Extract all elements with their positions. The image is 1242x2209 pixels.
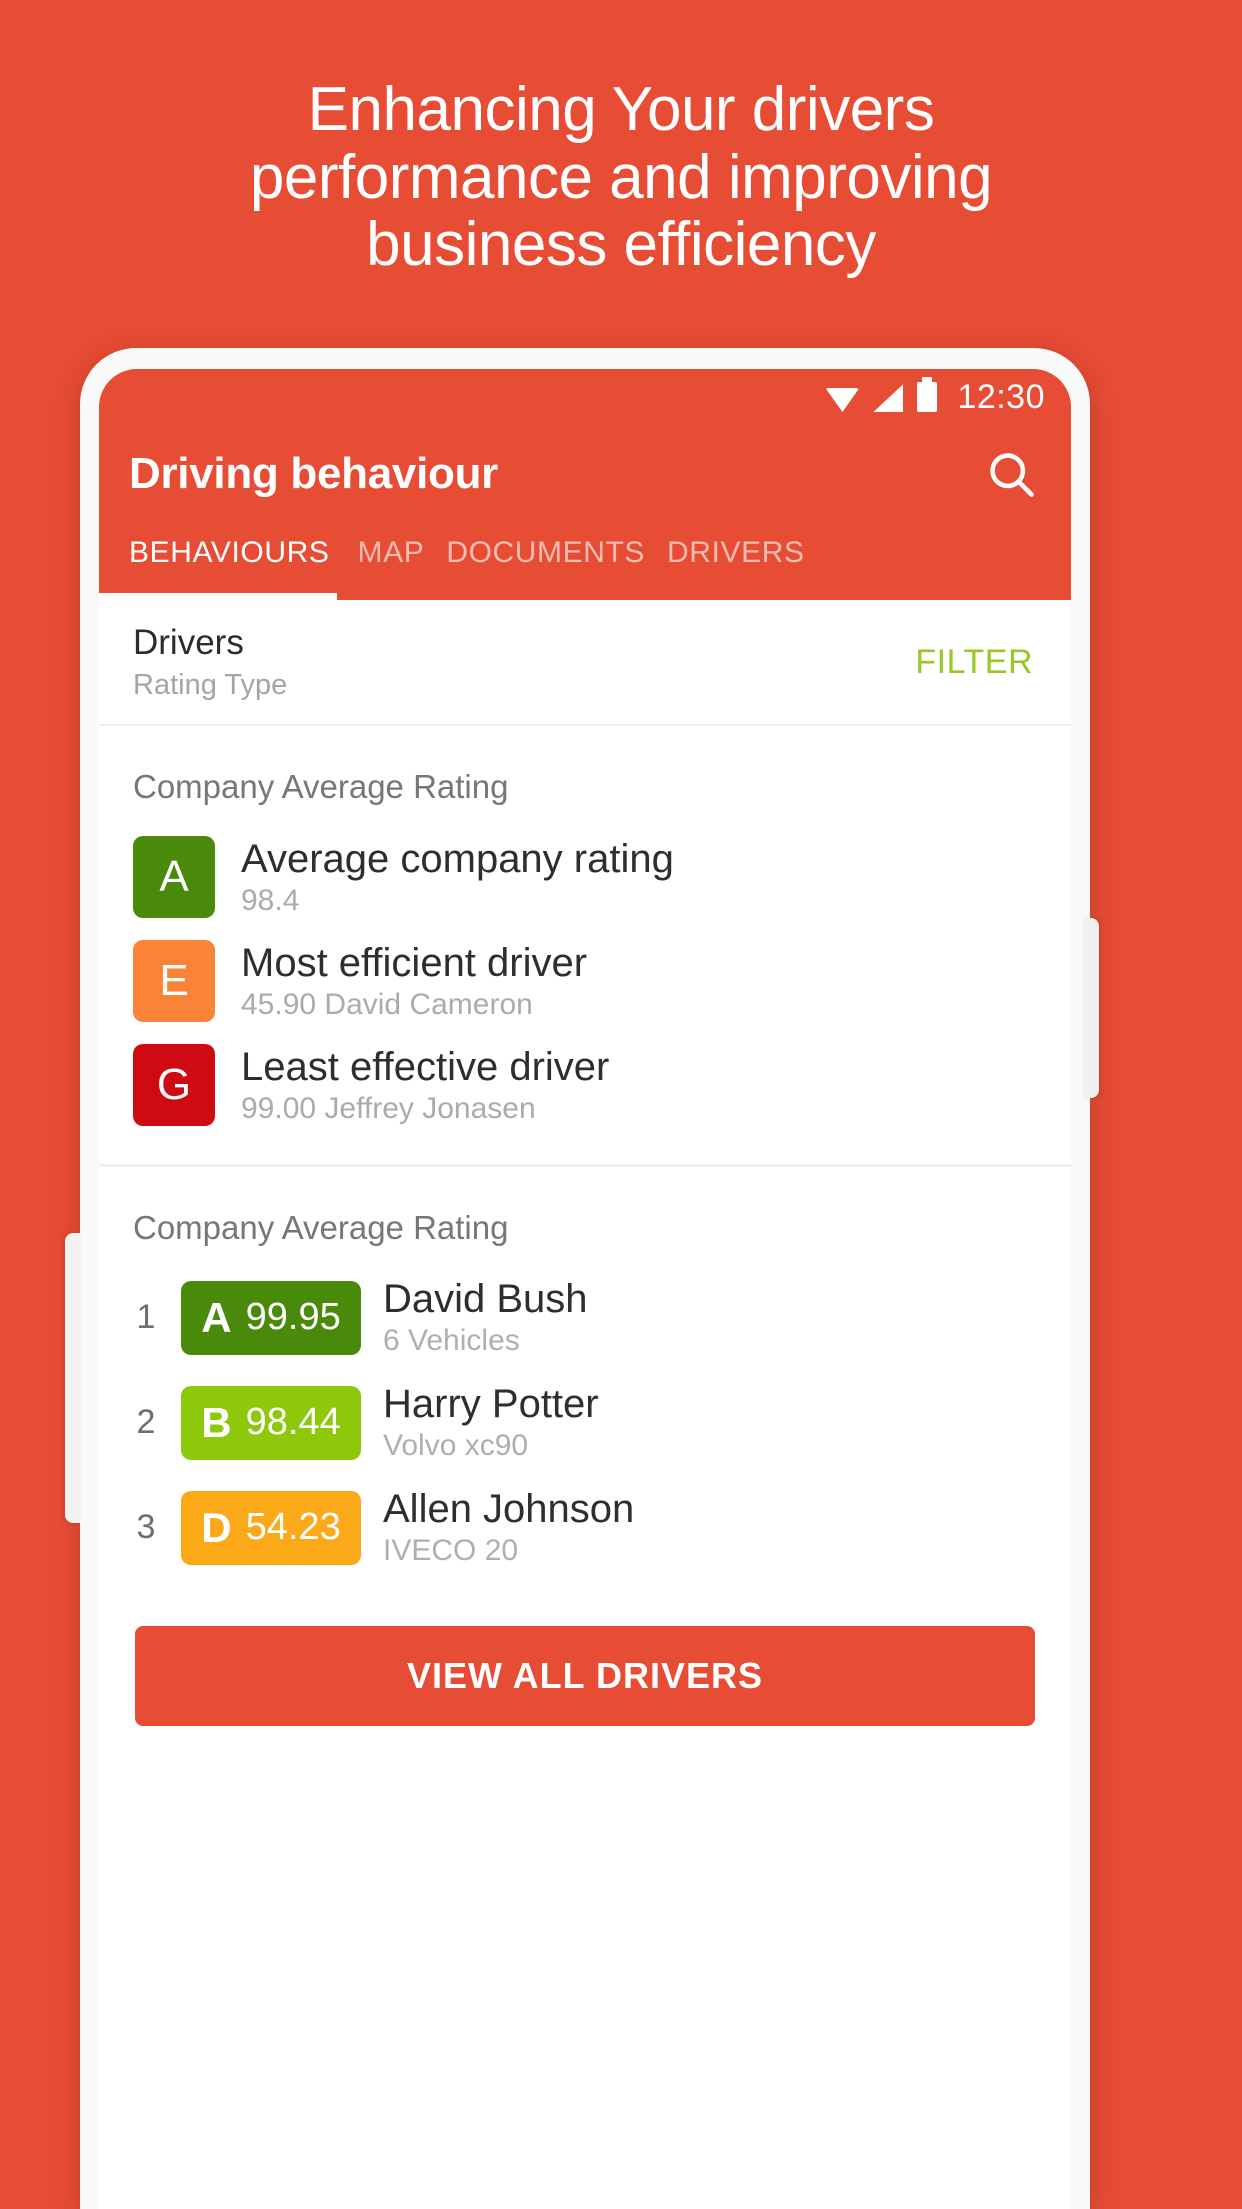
summary-row-subtitle: 45.90 David Cameron: [241, 987, 533, 1021]
rank-row-text: Allen Johnson IVECO 20: [383, 1487, 634, 1568]
driver-ranking-card: Company Average Rating 1 A 99.95 David B…: [99, 1164, 1071, 1764]
power-button[interactable]: [1083, 918, 1099, 1098]
headline-line-2: performance and improving: [249, 142, 993, 212]
driver-subtitle: 6 Vehicles: [383, 1324, 520, 1357]
summary-row[interactable]: G Least effective driver 99.00 Jeffrey J…: [99, 1044, 1071, 1126]
view-all-drivers-button[interactable]: VIEW ALL DRIVERS: [135, 1626, 1035, 1726]
summary-row-subtitle: 98.4: [241, 883, 300, 917]
filter-row[interactable]: Drivers Rating Type FILTER: [99, 600, 1071, 726]
summary-row-subtitle: 99.00 Jeffrey Jonasen: [241, 1091, 536, 1125]
phone-screen: 12:30 Driving behaviour BEHAVIOURS MAP D…: [99, 369, 1071, 2209]
rank-grade-letter: A: [201, 1293, 232, 1341]
rank-number: 3: [136, 1508, 156, 1546]
rank-number: 2: [136, 1403, 156, 1441]
rank-score-badge: B 98.44: [181, 1385, 361, 1460]
summary-row-title: Most efficient driver: [241, 940, 588, 985]
summary-row[interactable]: E Most efficient driver 45.90 David Came…: [99, 940, 1071, 1022]
company-summary-card: Company Average Rating A Average company…: [99, 726, 1071, 1164]
status-bar: 12:30: [99, 369, 1071, 425]
rank-row-text: Harry Potter Volvo xc90: [383, 1382, 599, 1463]
filter-title: Drivers: [133, 622, 244, 662]
table-row[interactable]: 3 D 54.23 Allen Johnson IVECO 20: [99, 1487, 1071, 1568]
headline-line-3: business efficiency: [366, 210, 876, 280]
grade-badge: E: [133, 940, 215, 1022]
status-time: 12:30: [957, 377, 1045, 416]
app-bar-title: Driving behaviour: [129, 448, 498, 498]
driver-name: Harry Potter: [383, 1382, 599, 1426]
rank-score-badge: D 54.23: [181, 1490, 361, 1565]
summary-row-text: Most efficient driver 45.90 David Camero…: [241, 941, 587, 1022]
summary-row[interactable]: A Average company rating 98.4: [99, 836, 1071, 918]
table-row[interactable]: 2 B 98.44 Harry Potter Volvo xc90: [99, 1382, 1071, 1463]
filter-button[interactable]: FILTER: [915, 643, 1033, 682]
rank-score-badge: A 99.95: [181, 1280, 361, 1355]
cta-container: VIEW ALL DRIVERS: [99, 1592, 1071, 1726]
table-row[interactable]: 1 A 99.95 David Bush 6 Vehicles: [99, 1277, 1071, 1358]
ranking-card-title: Company Average Rating: [133, 1209, 509, 1246]
page-title: Enhancing Your drivers performance and i…: [0, 76, 1242, 279]
status-icons: [825, 377, 938, 412]
rank-score-value: 98.44: [245, 1401, 341, 1443]
tab-drivers[interactable]: DRIVERS: [667, 522, 827, 570]
rank-row-text: David Bush 6 Vehicles: [383, 1277, 588, 1358]
signal-icon: [873, 384, 904, 412]
app-bar: Driving behaviour: [99, 425, 1071, 522]
wifi-icon: [825, 388, 860, 412]
phone-mockup: 12:30 Driving behaviour BEHAVIOURS MAP D…: [65, 348, 1163, 2209]
tab-map[interactable]: MAP: [358, 522, 447, 570]
battery-icon: [917, 377, 938, 412]
driver-name: Allen Johnson: [383, 1487, 635, 1531]
grade-badge: A: [133, 836, 215, 918]
search-icon[interactable]: [985, 448, 1037, 500]
summary-row-text: Least effective driver 99.00 Jeffrey Jon…: [241, 1045, 609, 1126]
rank-grade-letter: B: [201, 1398, 232, 1446]
rank-score-value: 54.23: [245, 1506, 341, 1548]
rank-grade-letter: D: [201, 1503, 232, 1551]
driver-name: David Bush: [383, 1277, 588, 1321]
headline-line-1: Enhancing Your drivers: [307, 75, 935, 144]
summary-row-title: Average company rating: [241, 836, 674, 881]
rank-score-value: 99.95: [245, 1296, 341, 1338]
rank-number: 1: [136, 1298, 156, 1336]
tab-behaviours[interactable]: BEHAVIOURS: [129, 522, 358, 570]
tab-indicator: [99, 593, 337, 600]
tab-bar: BEHAVIOURS MAP DOCUMENTS DRIVERS: [99, 522, 1071, 600]
driver-subtitle: Volvo xc90: [383, 1429, 529, 1462]
driver-subtitle: IVECO 20: [383, 1534, 519, 1567]
summary-card-title: Company Average Rating: [133, 768, 509, 805]
summary-row-title: Least effective driver: [241, 1044, 610, 1089]
tab-documents[interactable]: DOCUMENTS: [446, 522, 667, 570]
grade-badge: G: [133, 1044, 215, 1126]
volume-button[interactable]: [65, 1233, 81, 1523]
filter-labels: Drivers Rating Type: [133, 623, 287, 702]
summary-row-text: Average company rating 98.4: [241, 837, 674, 918]
filter-subtitle: Rating Type: [133, 668, 288, 701]
